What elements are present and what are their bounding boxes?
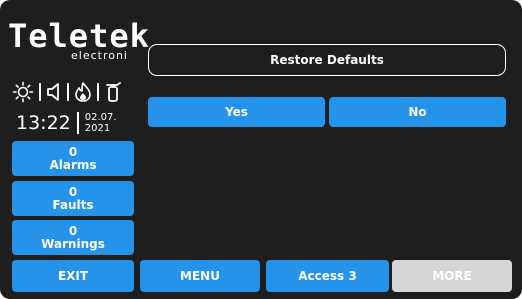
menu-button[interactable]: MENU: [140, 260, 260, 292]
faults-label: Faults: [52, 197, 94, 212]
clock-separator: [76, 112, 79, 134]
warnings-button[interactable]: 0 Warnings: [12, 220, 134, 255]
dialog-title-text: Restore Defaults: [270, 53, 384, 67]
faults-button[interactable]: 0 Faults: [12, 181, 134, 216]
dialog-title: Restore Defaults: [148, 44, 506, 76]
warnings-count: 0: [68, 223, 78, 238]
icon-separator: [97, 83, 99, 101]
panel-screen: Teletek electroni 13:22 02.07. 2021 0 Al…: [0, 0, 522, 299]
faults-count: 0: [68, 184, 78, 199]
status-icons: [12, 80, 130, 104]
sun-icon: [12, 81, 34, 103]
speaker-icon: [46, 82, 62, 102]
more-button: MORE: [392, 260, 512, 292]
yes-button[interactable]: Yes: [148, 97, 325, 127]
clock-date-day-month: 02.07.: [84, 112, 117, 123]
clock-time: 13:22: [16, 112, 71, 134]
alarms-button[interactable]: 0 Alarms: [12, 141, 134, 176]
clock-date-year: 2021: [84, 123, 111, 134]
access-level-button[interactable]: Access 3: [266, 260, 389, 292]
icon-separator: [39, 83, 41, 101]
warnings-label: Warnings: [41, 236, 105, 251]
no-button[interactable]: No: [329, 97, 506, 127]
extinguisher-icon: [104, 81, 122, 103]
exit-button[interactable]: EXIT: [12, 260, 134, 292]
clock-date: 02.07. 2021: [85, 112, 117, 134]
icon-separator: [67, 83, 69, 101]
brand-name: Teletek: [8, 17, 150, 55]
fire-icon: [74, 82, 92, 102]
clock: 13:22 02.07. 2021: [16, 108, 117, 138]
alarms-label: Alarms: [49, 157, 97, 172]
brand-logo: Teletek electroni: [8, 17, 150, 62]
alarms-count: 0: [68, 144, 78, 159]
